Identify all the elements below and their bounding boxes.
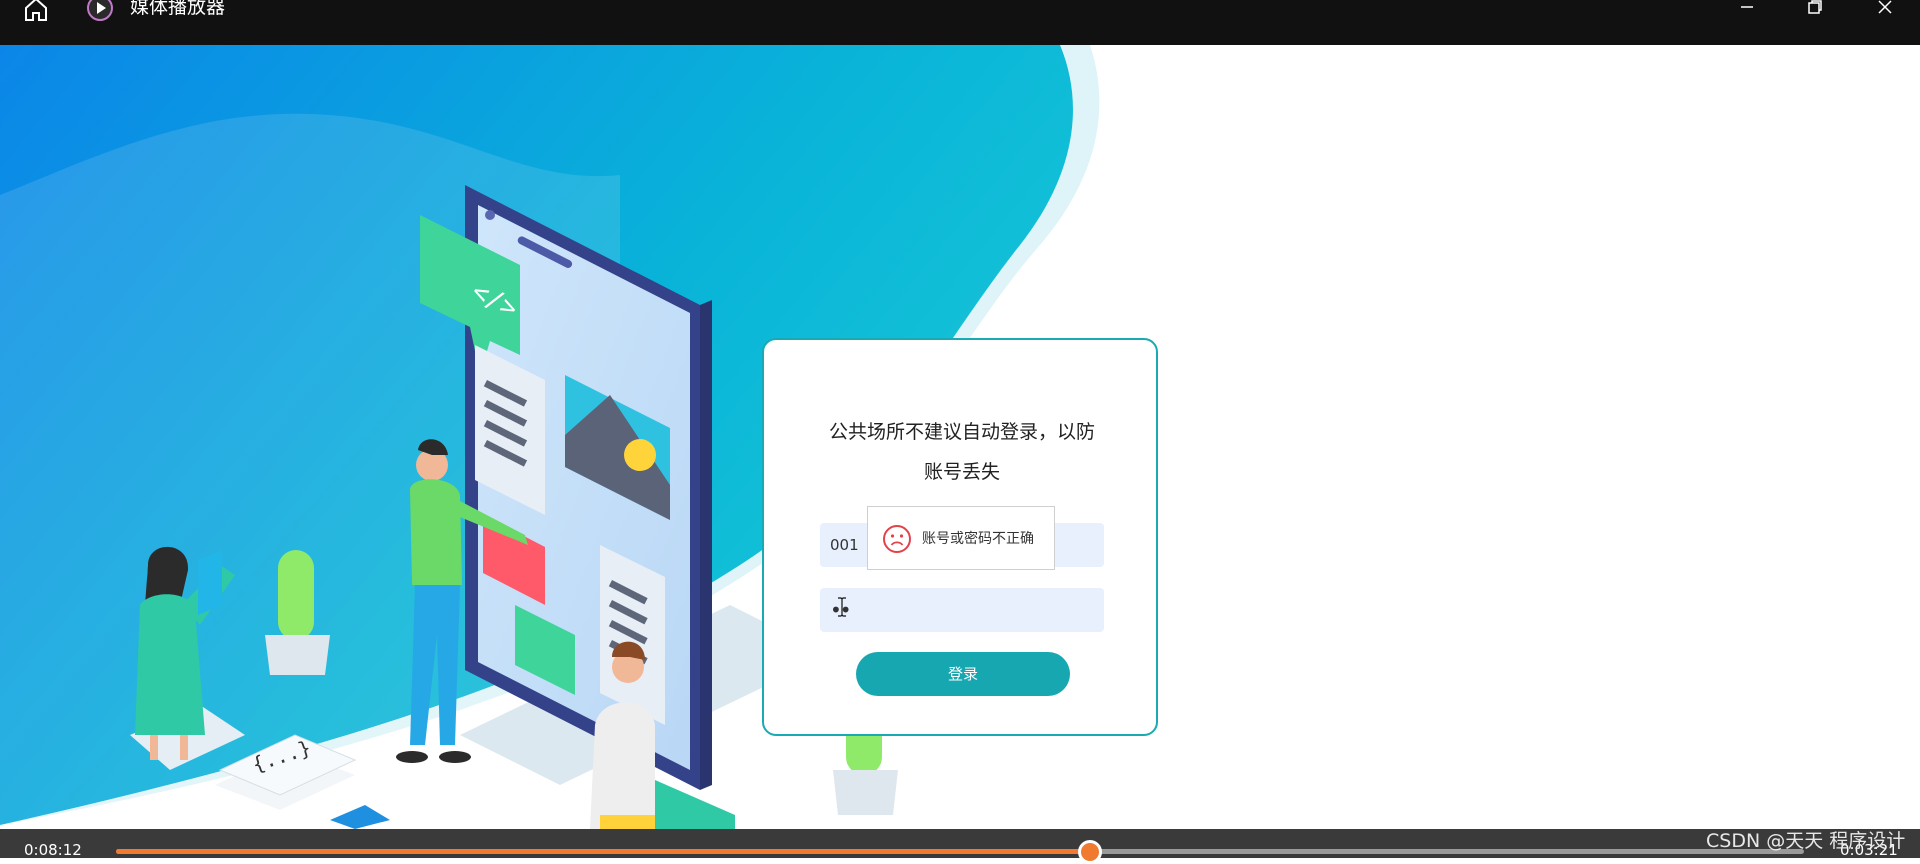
seek-bar[interactable] xyxy=(116,849,1804,854)
seek-thumb[interactable] xyxy=(1077,840,1102,864)
window-title: 媒体播放器 xyxy=(130,0,226,18)
maximize-icon[interactable] xyxy=(1795,0,1835,22)
media-player-app-icon xyxy=(86,0,114,22)
video-frame[interactable]: </> {...} 公共场所不建议自动登录，以防账号丢失 001 •• 登录 账… xyxy=(0,45,1920,829)
password-input[interactable]: •• xyxy=(820,588,1104,632)
minimize-icon[interactable] xyxy=(1727,0,1767,22)
login-card: 公共场所不建议自动登录，以防账号丢失 001 •• 登录 账号或密码不正确 xyxy=(762,338,1158,736)
player-controls: 0:08:12 0:03:21 xyxy=(0,829,1920,864)
error-toast: 账号或密码不正确 xyxy=(867,506,1055,570)
close-icon[interactable] xyxy=(1865,0,1905,22)
error-message: 账号或密码不正确 xyxy=(922,531,1034,547)
login-notice: 公共场所不建议自动登录，以防账号丢失 xyxy=(828,421,1095,483)
login-button[interactable]: 登录 xyxy=(856,652,1070,696)
watermark: CSDN @天天 程序设计 xyxy=(1706,830,1906,852)
seek-bar-progress xyxy=(116,849,1090,854)
sad-face-icon xyxy=(882,524,912,554)
current-time: 0:08:12 xyxy=(24,841,82,859)
text-cursor-icon xyxy=(837,597,847,617)
home-icon[interactable] xyxy=(20,0,52,22)
title-bar: 媒体播放器 xyxy=(0,0,1920,45)
